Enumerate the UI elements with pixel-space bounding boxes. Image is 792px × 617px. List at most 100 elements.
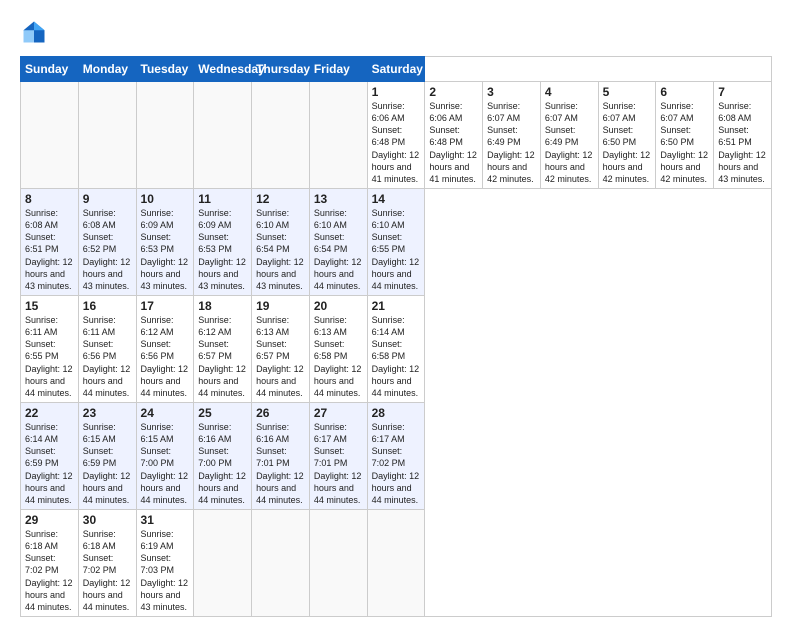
day-sunrise: Sunrise: 6:12 AM	[198, 315, 231, 337]
calendar-cell: 22 Sunrise: 6:14 AM Sunset: 6:59 PM Dayl…	[21, 402, 79, 509]
day-number: 4	[545, 85, 594, 99]
calendar-cell: 7 Sunrise: 6:08 AM Sunset: 6:51 PM Dayli…	[714, 82, 772, 189]
day-sunrise: Sunrise: 6:13 AM	[314, 315, 347, 337]
day-daylight: Daylight: 12 hours and 44 minutes.	[83, 578, 131, 612]
day-sunrise: Sunrise: 6:06 AM	[429, 101, 462, 123]
column-header-wednesday: Wednesday	[194, 57, 252, 82]
calendar-cell: 31 Sunrise: 6:19 AM Sunset: 7:03 PM Dayl…	[136, 509, 194, 616]
logo	[20, 18, 52, 46]
day-daylight: Daylight: 12 hours and 44 minutes.	[83, 471, 131, 505]
day-sunrise: Sunrise: 6:07 AM	[660, 101, 693, 123]
day-number: 2	[429, 85, 478, 99]
calendar-cell: 1 Sunrise: 6:06 AM Sunset: 6:48 PM Dayli…	[367, 82, 425, 189]
day-sunset: Sunset: 6:48 PM	[429, 125, 463, 147]
calendar-cell: 6 Sunrise: 6:07 AM Sunset: 6:50 PM Dayli…	[656, 82, 714, 189]
calendar-cell	[309, 509, 367, 616]
calendar-cell	[252, 509, 310, 616]
calendar-cell	[194, 509, 252, 616]
calendar-table: SundayMondayTuesdayWednesdayThursdayFrid…	[20, 56, 772, 617]
day-number: 12	[256, 192, 305, 206]
day-number: 11	[198, 192, 247, 206]
day-sunset: Sunset: 7:00 PM	[141, 446, 175, 468]
calendar-week-3: 15 Sunrise: 6:11 AM Sunset: 6:55 PM Dayl…	[21, 295, 772, 402]
calendar-cell: 8 Sunrise: 6:08 AM Sunset: 6:51 PM Dayli…	[21, 188, 79, 295]
calendar-cell: 9 Sunrise: 6:08 AM Sunset: 6:52 PM Dayli…	[78, 188, 136, 295]
day-number: 10	[141, 192, 190, 206]
day-number: 26	[256, 406, 305, 420]
day-sunrise: Sunrise: 6:19 AM	[141, 529, 174, 551]
day-daylight: Daylight: 12 hours and 43 minutes.	[718, 150, 766, 184]
day-number: 31	[141, 513, 190, 527]
day-sunrise: Sunrise: 6:11 AM	[25, 315, 58, 337]
calendar-cell: 17 Sunrise: 6:12 AM Sunset: 6:56 PM Dayl…	[136, 295, 194, 402]
day-number: 7	[718, 85, 767, 99]
calendar-cell: 26 Sunrise: 6:16 AM Sunset: 7:01 PM Dayl…	[252, 402, 310, 509]
calendar-cell: 18 Sunrise: 6:12 AM Sunset: 6:57 PM Dayl…	[194, 295, 252, 402]
day-sunrise: Sunrise: 6:14 AM	[372, 315, 405, 337]
day-sunrise: Sunrise: 6:16 AM	[198, 422, 231, 444]
column-header-tuesday: Tuesday	[136, 57, 194, 82]
day-sunrise: Sunrise: 6:17 AM	[314, 422, 347, 444]
day-number: 19	[256, 299, 305, 313]
day-number: 16	[83, 299, 132, 313]
day-daylight: Daylight: 12 hours and 41 minutes.	[372, 150, 420, 184]
calendar-cell	[367, 509, 425, 616]
day-sunrise: Sunrise: 6:12 AM	[141, 315, 174, 337]
column-header-saturday: Saturday	[367, 57, 425, 82]
calendar-cell: 28 Sunrise: 6:17 AM Sunset: 7:02 PM Dayl…	[367, 402, 425, 509]
day-daylight: Daylight: 12 hours and 44 minutes.	[141, 364, 189, 398]
calendar-cell	[78, 82, 136, 189]
day-sunset: Sunset: 7:00 PM	[198, 446, 232, 468]
logo-icon	[20, 18, 48, 46]
day-sunrise: Sunrise: 6:16 AM	[256, 422, 289, 444]
day-daylight: Daylight: 12 hours and 42 minutes.	[603, 150, 651, 184]
day-daylight: Daylight: 12 hours and 41 minutes.	[429, 150, 477, 184]
day-daylight: Daylight: 12 hours and 44 minutes.	[372, 471, 420, 505]
day-number: 27	[314, 406, 363, 420]
day-daylight: Daylight: 12 hours and 44 minutes.	[25, 578, 73, 612]
day-sunrise: Sunrise: 6:07 AM	[487, 101, 520, 123]
calendar-cell: 24 Sunrise: 6:15 AM Sunset: 7:00 PM Dayl…	[136, 402, 194, 509]
day-sunset: Sunset: 6:56 PM	[141, 339, 175, 361]
column-header-friday: Friday	[309, 57, 367, 82]
day-daylight: Daylight: 12 hours and 42 minutes.	[660, 150, 708, 184]
day-number: 18	[198, 299, 247, 313]
day-sunrise: Sunrise: 6:10 AM	[372, 208, 405, 230]
day-daylight: Daylight: 12 hours and 44 minutes.	[198, 471, 246, 505]
day-number: 30	[83, 513, 132, 527]
calendar-cell: 19 Sunrise: 6:13 AM Sunset: 6:57 PM Dayl…	[252, 295, 310, 402]
day-number: 22	[25, 406, 74, 420]
day-sunset: Sunset: 6:48 PM	[372, 125, 406, 147]
day-number: 13	[314, 192, 363, 206]
day-sunrise: Sunrise: 6:15 AM	[141, 422, 174, 444]
calendar-cell: 27 Sunrise: 6:17 AM Sunset: 7:01 PM Dayl…	[309, 402, 367, 509]
day-daylight: Daylight: 12 hours and 43 minutes.	[141, 257, 189, 291]
day-daylight: Daylight: 12 hours and 44 minutes.	[256, 364, 304, 398]
day-number: 28	[372, 406, 421, 420]
calendar-cell	[21, 82, 79, 189]
calendar-cell: 4 Sunrise: 6:07 AM Sunset: 6:49 PM Dayli…	[540, 82, 598, 189]
day-daylight: Daylight: 12 hours and 44 minutes.	[83, 364, 131, 398]
day-sunrise: Sunrise: 6:08 AM	[718, 101, 751, 123]
day-number: 6	[660, 85, 709, 99]
day-sunset: Sunset: 6:58 PM	[314, 339, 348, 361]
day-sunset: Sunset: 6:50 PM	[603, 125, 637, 147]
calendar-cell: 11 Sunrise: 6:09 AM Sunset: 6:53 PM Dayl…	[194, 188, 252, 295]
calendar-cell: 23 Sunrise: 6:15 AM Sunset: 6:59 PM Dayl…	[78, 402, 136, 509]
day-sunrise: Sunrise: 6:18 AM	[25, 529, 58, 551]
day-sunset: Sunset: 7:01 PM	[314, 446, 348, 468]
day-number: 20	[314, 299, 363, 313]
day-sunrise: Sunrise: 6:07 AM	[603, 101, 636, 123]
column-header-sunday: Sunday	[21, 57, 79, 82]
calendar-cell	[194, 82, 252, 189]
calendar-cell: 21 Sunrise: 6:14 AM Sunset: 6:58 PM Dayl…	[367, 295, 425, 402]
day-sunrise: Sunrise: 6:08 AM	[25, 208, 58, 230]
header	[20, 18, 772, 46]
day-daylight: Daylight: 12 hours and 44 minutes.	[314, 257, 362, 291]
day-daylight: Daylight: 12 hours and 44 minutes.	[256, 471, 304, 505]
day-daylight: Daylight: 12 hours and 43 minutes.	[25, 257, 73, 291]
day-daylight: Daylight: 12 hours and 44 minutes.	[314, 364, 362, 398]
day-daylight: Daylight: 12 hours and 44 minutes.	[25, 471, 73, 505]
day-sunrise: Sunrise: 6:15 AM	[83, 422, 116, 444]
day-daylight: Daylight: 12 hours and 44 minutes.	[372, 257, 420, 291]
